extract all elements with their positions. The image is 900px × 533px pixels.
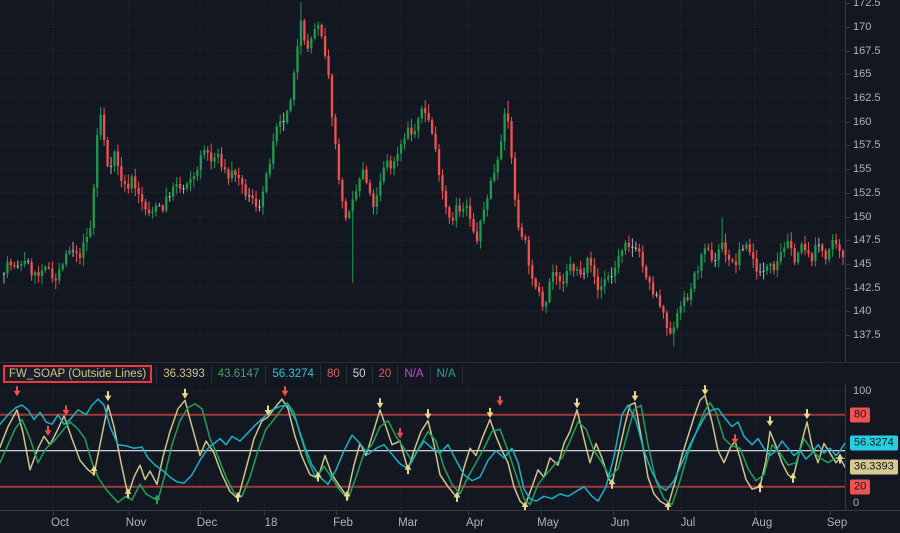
price-axis-tick <box>846 217 850 218</box>
time-axis-tick <box>613 511 614 515</box>
legend-value: 50 <box>346 365 372 383</box>
price-axis-label: 142.5 <box>853 282 881 294</box>
price-axis-label: 170 <box>853 21 871 33</box>
indicator-title-box[interactable]: FW_SOAP (Outside Lines) <box>3 365 152 383</box>
oscillator-axis-label: 0 <box>853 497 859 509</box>
month-label: Aug <box>752 517 772 529</box>
time-axis-tick <box>468 511 469 515</box>
axis-value-badge: 36.3393 <box>850 460 898 475</box>
main-price-pane[interactable] <box>0 0 845 362</box>
price-axis-label: 162.5 <box>853 92 881 104</box>
month-label: May <box>537 517 559 529</box>
price-axis-label: 137.5 <box>853 329 881 341</box>
price-axis-label: 145 <box>853 258 871 270</box>
price-axis-label: 147.5 <box>853 234 881 246</box>
time-axis-tick <box>401 511 402 515</box>
main-grid <box>0 0 845 362</box>
month-label: 18 <box>265 517 278 529</box>
time-axis-tick <box>53 511 54 515</box>
time-axis-tick <box>200 511 201 515</box>
price-axis-tick <box>846 122 850 123</box>
month-label: Jul <box>681 517 696 529</box>
month-label: Nov <box>126 517 146 529</box>
price-axis-tick <box>846 169 850 170</box>
price-axis-tick <box>846 288 850 289</box>
legend-value: N/A <box>397 365 429 383</box>
oscillator-axis[interactable]: 100 0 80 56.3274 36.3393 20 <box>845 384 900 510</box>
month-label: Feb <box>333 517 353 529</box>
trading-chart-window: 137.5 140 142.5 145 147.5 150 152.5 155 157.5 160… <box>0 0 900 533</box>
time-axis-tick <box>336 511 337 515</box>
time-axis-tick <box>129 511 130 515</box>
axis-value-badge: 56.3274 <box>850 436 898 451</box>
legend-value: 36.3393 <box>156 365 211 383</box>
price-axis-tick <box>846 145 850 146</box>
price-axis-label: 172.5 <box>853 0 881 9</box>
price-axis-tick <box>846 240 850 241</box>
time-axis-tick <box>264 511 265 515</box>
price-axis-tick <box>846 51 850 52</box>
price-axis-tick <box>846 335 850 336</box>
price-axis-tick <box>846 3 850 4</box>
price-axis-label: 157.5 <box>853 139 881 151</box>
time-axis-tick <box>541 511 542 515</box>
candlestick-canvas[interactable] <box>0 0 845 362</box>
time-axis-tick <box>681 511 682 515</box>
legend-value: 20 <box>372 365 398 383</box>
price-axis-label: 150 <box>853 211 871 223</box>
month-label: Oct <box>51 517 69 529</box>
price-axis-tick <box>846 98 850 99</box>
legend-value: 80 <box>320 365 346 383</box>
time-axis[interactable]: Oct Nov Dec 18 Feb Mar Apr May Jun Jul Aug Sep <box>0 510 900 533</box>
month-label: Dec <box>197 517 217 529</box>
price-axis-label: 167.5 <box>853 45 881 57</box>
indicator-values: 36.339343.614756.3274805020N/AN/A <box>156 365 462 383</box>
price-axis-tick <box>846 193 850 194</box>
oscillator-pane[interactable] <box>0 384 845 510</box>
axis-value-badge: 80 <box>850 407 870 422</box>
time-axis-tick <box>755 511 756 515</box>
month-label: Apr <box>466 517 484 529</box>
month-label: Mar <box>398 517 418 529</box>
axis-value-badge: 20 <box>850 479 870 494</box>
price-axis-label: 152.5 <box>853 187 881 199</box>
price-axis-tick <box>846 311 850 312</box>
legend-value: 56.3274 <box>265 365 320 383</box>
price-axis-tick <box>846 74 850 75</box>
price-axis-label: 155 <box>853 163 871 175</box>
legend-value: 43.6147 <box>211 365 266 383</box>
legend-value: N/A <box>430 365 463 383</box>
price-axis-tick <box>846 27 850 28</box>
indicator-legend-strip: FW_SOAP (Outside Lines) 36.339343.614756… <box>0 362 900 384</box>
price-axis[interactable]: 137.5 140 142.5 145 147.5 150 152.5 155 157.5 160… <box>845 0 900 362</box>
month-label: Sep <box>827 517 847 529</box>
price-axis-label: 140 <box>853 305 871 317</box>
indicator-title: FW_SOAP (Outside Lines) <box>9 368 146 380</box>
time-axis-tick <box>830 511 831 515</box>
price-axis-label: 165 <box>853 68 871 80</box>
oscillator-canvas[interactable] <box>0 384 845 510</box>
price-axis-label: 160 <box>853 116 871 128</box>
oscillator-axis-label: 100 <box>853 385 871 397</box>
month-label: Jun <box>611 517 630 529</box>
price-axis-tick <box>846 264 850 265</box>
